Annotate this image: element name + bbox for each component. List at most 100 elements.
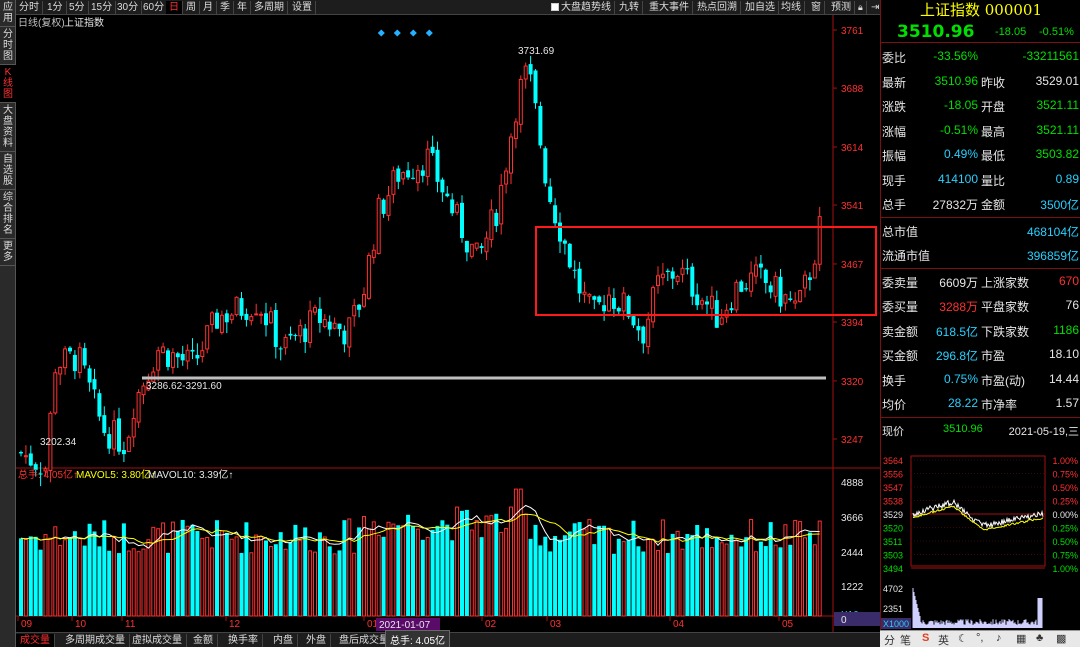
event-marker-icon[interactable] bbox=[393, 29, 401, 37]
ime-mode[interactable]: 英 bbox=[938, 632, 949, 647]
tool-3[interactable]: 加自选 bbox=[742, 1, 779, 14]
period-8[interactable]: 月 bbox=[200, 1, 217, 14]
volume-bar bbox=[538, 545, 543, 616]
volume-axis-label: 4888 bbox=[841, 478, 864, 489]
kline-chart[interactable]: 3761 3688 3614 3541 3467 3394 3320 3247 日线(复权) 上证… bbox=[16, 15, 880, 632]
tool-6[interactable]: 预测 bbox=[828, 1, 855, 14]
indicator-tab-0[interactable]: 成交量 bbox=[16, 634, 55, 647]
period-5[interactable]: 60分 bbox=[140, 1, 169, 14]
candle-body bbox=[803, 274, 807, 289]
left-tab-intraday[interactable]: 分时图 bbox=[0, 27, 16, 65]
checkbox-label: 大盘趋势线 bbox=[561, 2, 611, 13]
period-1[interactable]: 1分 bbox=[44, 1, 67, 14]
sogou-icon[interactable]: S bbox=[922, 632, 929, 644]
volume-bar bbox=[803, 537, 807, 617]
intraday-mini-chart[interactable]: 3564 1.00% 3556 0.75% 3547 0.50% 3538 0.25% 3529… bbox=[881, 452, 1080, 630]
volume-bar bbox=[636, 546, 641, 616]
support-hline-label: 3286.62-3291.60 bbox=[146, 381, 222, 392]
volume-bar bbox=[415, 528, 420, 617]
indicator-tab-5[interactable]: 内盘 bbox=[269, 634, 298, 647]
candle-body bbox=[313, 307, 317, 313]
candle-body bbox=[53, 372, 58, 414]
shirt-icon[interactable]: ♣ bbox=[1036, 632, 1043, 644]
candle-body bbox=[582, 291, 587, 295]
volume-axis-label: 3666 bbox=[841, 513, 864, 524]
quote-value: 296.8亿 bbox=[935, 349, 978, 363]
event-marker-icon[interactable] bbox=[425, 29, 433, 37]
quote-value: 0.89 bbox=[1055, 171, 1079, 186]
left-tab-market-info[interactable]: 大盘资料 bbox=[0, 103, 16, 152]
indicator-tab-3[interactable]: 金额 bbox=[189, 634, 218, 647]
tab-fen[interactable]: 分 bbox=[884, 632, 895, 647]
moon-icon[interactable]: ☾ bbox=[958, 632, 968, 645]
volume-bar bbox=[278, 532, 283, 616]
period-11[interactable]: 多周期 bbox=[251, 1, 288, 14]
volume-bar bbox=[23, 538, 28, 617]
grid-icon[interactable]: ▩ bbox=[1056, 632, 1066, 645]
volume-bar bbox=[695, 524, 700, 616]
checkbox-icon[interactable] bbox=[551, 3, 559, 11]
candle-body bbox=[719, 317, 724, 325]
period-3[interactable]: 15分 bbox=[88, 1, 117, 14]
period-4[interactable]: 30分 bbox=[114, 1, 143, 14]
candle-body bbox=[607, 294, 611, 312]
volume-axis-label: 2444 bbox=[841, 548, 864, 559]
period-0[interactable]: 分时 bbox=[16, 1, 43, 14]
period-7[interactable]: 周 bbox=[183, 1, 200, 14]
tool-0[interactable]: 九转 bbox=[616, 1, 643, 14]
candle-body bbox=[656, 275, 660, 287]
indicator-tab-1[interactable]: 多周期成交量 bbox=[61, 634, 130, 647]
volume-bar bbox=[621, 541, 626, 617]
mini-price-label: 3547 bbox=[883, 483, 903, 493]
x-axis-label: 09 bbox=[21, 619, 33, 630]
tool-1[interactable]: 重大事件 bbox=[646, 1, 693, 14]
price-axis-label: 3467 bbox=[841, 260, 864, 271]
quote-row: 委买量 3288万 平盘家数 76 bbox=[881, 293, 1080, 317]
candle-body bbox=[562, 240, 567, 244]
candle-body bbox=[381, 199, 386, 214]
tab-bi[interactable]: 笔 bbox=[900, 632, 911, 647]
volume-bar bbox=[249, 552, 254, 617]
tool-2[interactable]: 热点回溯 bbox=[694, 1, 741, 14]
left-tab-ranking[interactable]: 综合排名 bbox=[0, 190, 16, 239]
indicator-tab-6[interactable]: 外盘 bbox=[302, 634, 331, 647]
left-tab-more[interactable]: 更多 bbox=[0, 239, 16, 266]
left-tab-kline[interactable]: K线图 bbox=[0, 65, 16, 103]
period-12[interactable]: 设置 bbox=[289, 1, 316, 14]
candle-body bbox=[420, 170, 425, 176]
x-axis-label: 04 bbox=[673, 619, 685, 630]
mic-icon[interactable]: ♪ bbox=[996, 632, 1002, 644]
tool-4[interactable]: 均线 bbox=[778, 1, 805, 14]
event-marker-icon[interactable] bbox=[409, 29, 417, 37]
mini-vol-label: 4702 bbox=[883, 584, 903, 594]
tool-5[interactable]: 窗 bbox=[808, 1, 825, 14]
mini-pct-label: 0.25% bbox=[1052, 497, 1078, 507]
volume-bar bbox=[680, 548, 685, 617]
volume-bar bbox=[734, 540, 739, 617]
period-10[interactable]: 年 bbox=[234, 1, 251, 14]
candle-body bbox=[504, 170, 509, 185]
candle-body bbox=[126, 436, 131, 452]
volume-bar bbox=[592, 544, 597, 616]
period-6[interactable]: 日 bbox=[166, 1, 183, 14]
event-marker-icon[interactable] bbox=[377, 29, 385, 37]
candle-body bbox=[283, 336, 288, 349]
volume-bar bbox=[587, 519, 592, 617]
mini-price-label: 3503 bbox=[883, 551, 903, 561]
keyboard-icon[interactable]: ▦ bbox=[1016, 632, 1026, 645]
volume-bar bbox=[357, 527, 362, 616]
indicator-tab-4[interactable]: 换手率 bbox=[224, 634, 263, 647]
candle-body bbox=[744, 288, 749, 290]
trend-line-checkbox[interactable]: 大盘趋势线 bbox=[548, 1, 615, 14]
indicator-tab-2[interactable]: 虚拟成交量 bbox=[128, 634, 187, 647]
mini-pct-label: 0.75% bbox=[1052, 551, 1078, 561]
volume-bar bbox=[48, 537, 53, 617]
period-2[interactable]: 5分 bbox=[66, 1, 89, 14]
left-tab-app[interactable]: 应用 bbox=[0, 0, 16, 27]
lock-icon[interactable]: 🔒︎ bbox=[855, 1, 867, 14]
left-tab-watchlist[interactable]: 自选股 bbox=[0, 152, 16, 190]
period-9[interactable]: 季 bbox=[217, 1, 234, 14]
punctuation-icon[interactable]: °, bbox=[976, 632, 983, 644]
quote-label: 换手 bbox=[882, 373, 907, 388]
volume-bar bbox=[646, 538, 651, 617]
